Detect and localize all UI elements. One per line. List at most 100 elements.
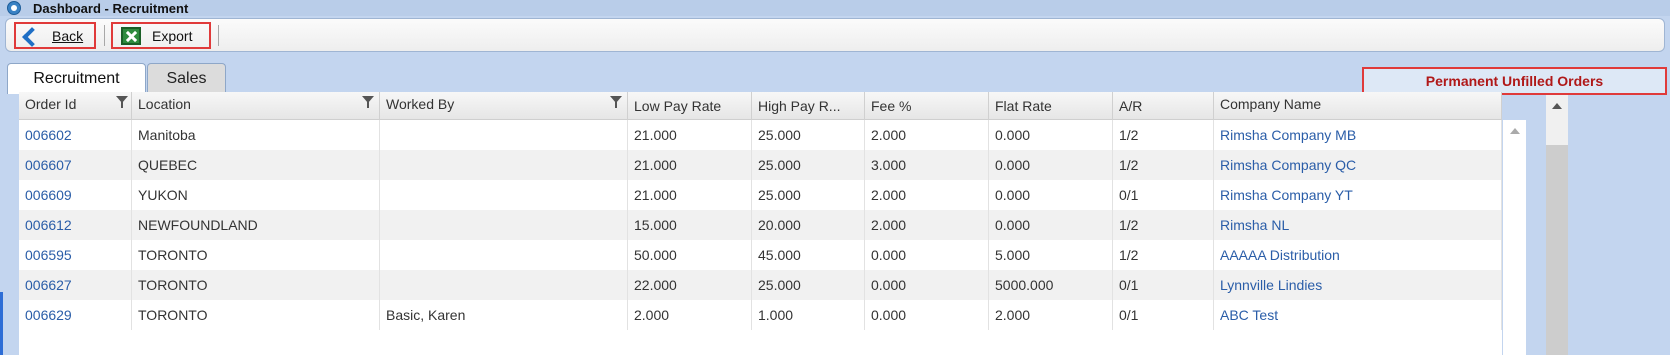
column-label: A/R bbox=[1119, 98, 1143, 114]
title-bar: Dashboard - Recruitment bbox=[0, 0, 1670, 16]
cell-high-pay-rate: 25.000 bbox=[752, 150, 865, 180]
cell-order-id[interactable]: 006612 bbox=[19, 210, 132, 240]
cell-high-pay-rate: 25.000 bbox=[752, 270, 865, 300]
cell-high-pay-rate: 1.000 bbox=[752, 300, 865, 330]
scroll-up-icon[interactable] bbox=[1552, 103, 1562, 109]
cell-low-pay-rate: 2.000 bbox=[628, 300, 752, 330]
cell-order-id[interactable]: 006595 bbox=[19, 240, 132, 270]
cell-flat-rate: 2.000 bbox=[989, 300, 1113, 330]
cell-order-id[interactable]: 006627 bbox=[19, 270, 132, 300]
cell-worked-by bbox=[380, 120, 628, 150]
cell-high-pay-rate: 45.000 bbox=[752, 240, 865, 270]
cell-low-pay-rate: 21.000 bbox=[628, 120, 752, 150]
toolbar-separator bbox=[104, 25, 105, 46]
cell-company-name[interactable]: Rimsha Company YT bbox=[1214, 180, 1502, 210]
window-edge bbox=[0, 292, 3, 355]
column-header-low-pay-rate[interactable]: Low Pay Rate bbox=[628, 92, 752, 120]
cell-ar: 0/1 bbox=[1113, 300, 1214, 330]
column-header-location[interactable]: Location bbox=[132, 92, 380, 120]
export-label: Export bbox=[152, 27, 193, 44]
cell-low-pay-rate: 21.000 bbox=[628, 150, 752, 180]
cell-flat-rate: 0.000 bbox=[989, 180, 1113, 210]
cell-flat-rate: 0.000 bbox=[989, 120, 1113, 150]
column-header-ar[interactable]: A/R bbox=[1113, 92, 1214, 120]
scroll-up-icon[interactable] bbox=[1510, 128, 1520, 134]
cell-flat-rate: 5000.000 bbox=[989, 270, 1113, 300]
table-row[interactable]: 006602 Manitoba 21.000 25.000 2.000 0.000 1/2 R… bbox=[19, 120, 1502, 150]
cell-order-id[interactable]: 006602 bbox=[19, 120, 132, 150]
cell-worked-by bbox=[380, 270, 628, 300]
tab-recruitment[interactable]: Recruitment bbox=[7, 63, 146, 94]
cell-high-pay-rate: 25.000 bbox=[752, 180, 865, 210]
cell-fee: 0.000 bbox=[865, 300, 989, 330]
table-row[interactable]: 006612 NEWFOUNDLAND 15.000 20.000 2.000 0.000… bbox=[19, 210, 1502, 240]
column-label: High Pay R... bbox=[758, 98, 841, 114]
grid-header: Order Id Location Worked By Low Pay Rate… bbox=[19, 92, 1502, 120]
cell-company-name[interactable]: Rimsha Company MB bbox=[1214, 120, 1502, 150]
toolbar: Back Export bbox=[5, 18, 1665, 52]
cell-ar: 0/1 bbox=[1113, 180, 1214, 210]
vertical-scrollbar[interactable] bbox=[1546, 95, 1568, 355]
column-label: Low Pay Rate bbox=[634, 98, 722, 114]
cell-worked-by bbox=[380, 150, 628, 180]
cell-worked-by bbox=[380, 180, 628, 210]
cell-low-pay-rate: 50.000 bbox=[628, 240, 752, 270]
cell-location: Manitoba bbox=[132, 120, 380, 150]
cell-location: TORONTO bbox=[132, 240, 380, 270]
cell-ar: 1/2 bbox=[1113, 120, 1214, 150]
cell-low-pay-rate: 21.000 bbox=[628, 180, 752, 210]
app-icon bbox=[7, 1, 21, 15]
table-row[interactable]: 006607 QUEBEC 21.000 25.000 3.000 0.000 1/2 Rim… bbox=[19, 150, 1502, 180]
cell-high-pay-rate: 25.000 bbox=[752, 120, 865, 150]
table-row[interactable]: 006609 YUKON 21.000 25.000 2.000 0.000 0/1 Rims… bbox=[19, 180, 1502, 210]
cell-company-name[interactable]: ABC Test bbox=[1214, 300, 1502, 330]
back-arrow-icon bbox=[22, 27, 40, 45]
cell-flat-rate: 5.000 bbox=[989, 240, 1113, 270]
excel-icon bbox=[121, 26, 141, 45]
column-header-fee[interactable]: Fee % bbox=[865, 92, 989, 120]
cell-order-id[interactable]: 006629 bbox=[19, 300, 132, 330]
column-header-order-id[interactable]: Order Id bbox=[19, 92, 132, 120]
cell-company-name[interactable]: Rimsha NL bbox=[1214, 210, 1502, 240]
cell-fee: 2.000 bbox=[865, 180, 989, 210]
column-header-worked-by[interactable]: Worked By bbox=[380, 92, 628, 120]
cell-company-name[interactable]: Lynnville Lindies bbox=[1214, 270, 1502, 300]
cell-fee: 0.000 bbox=[865, 270, 989, 300]
cell-fee: 2.000 bbox=[865, 210, 989, 240]
cell-fee: 0.000 bbox=[865, 240, 989, 270]
table-row[interactable]: 006627 TORONTO 22.000 25.000 0.000 5000.000 0/… bbox=[19, 270, 1502, 300]
column-header-high-pay-rate[interactable]: High Pay R... bbox=[752, 92, 865, 120]
cell-location: YUKON bbox=[132, 180, 380, 210]
cell-low-pay-rate: 15.000 bbox=[628, 210, 752, 240]
scrollbar-thumb[interactable] bbox=[1546, 145, 1568, 355]
cell-location: TORONTO bbox=[132, 270, 380, 300]
export-button[interactable]: Export bbox=[111, 22, 211, 49]
cell-company-name[interactable]: AAAAA Distribution bbox=[1214, 240, 1502, 270]
cell-company-name[interactable]: Rimsha Company QC bbox=[1214, 150, 1502, 180]
cell-location: NEWFOUNDLAND bbox=[132, 210, 380, 240]
panel-title: Permanent Unfilled Orders bbox=[1362, 67, 1667, 95]
cell-worked-by bbox=[380, 210, 628, 240]
cell-ar: 1/2 bbox=[1113, 240, 1214, 270]
back-label: Back bbox=[52, 27, 84, 44]
filter-icon[interactable] bbox=[610, 96, 622, 108]
orders-grid: Order Id Location Worked By Low Pay Rate… bbox=[19, 92, 1502, 355]
window-title: Dashboard - Recruitment bbox=[33, 0, 189, 16]
back-button[interactable]: Back bbox=[14, 22, 96, 49]
cell-order-id[interactable]: 006607 bbox=[19, 150, 132, 180]
column-header-flat-rate[interactable]: Flat Rate bbox=[989, 92, 1113, 120]
column-header-company-name[interactable]: Company Name bbox=[1214, 92, 1502, 120]
filter-icon[interactable] bbox=[116, 96, 128, 108]
column-label: Location bbox=[138, 96, 191, 112]
tab-sales[interactable]: Sales bbox=[147, 63, 226, 93]
cell-flat-rate: 0.000 bbox=[989, 150, 1113, 180]
cell-order-id[interactable]: 006609 bbox=[19, 180, 132, 210]
table-row[interactable]: 006629 TORONTO Basic, Karen 2.000 1.000 0.000… bbox=[19, 300, 1502, 330]
table-row[interactable]: 006595 TORONTO 50.000 45.000 0.000 5.000 1/2 AA… bbox=[19, 240, 1502, 270]
filter-icon[interactable] bbox=[362, 96, 374, 108]
column-label: Order Id bbox=[25, 96, 77, 112]
toolbar-separator bbox=[218, 25, 219, 46]
cell-ar: 0/1 bbox=[1113, 270, 1214, 300]
column-label: Flat Rate bbox=[995, 98, 1052, 114]
cell-flat-rate: 0.000 bbox=[989, 210, 1113, 240]
